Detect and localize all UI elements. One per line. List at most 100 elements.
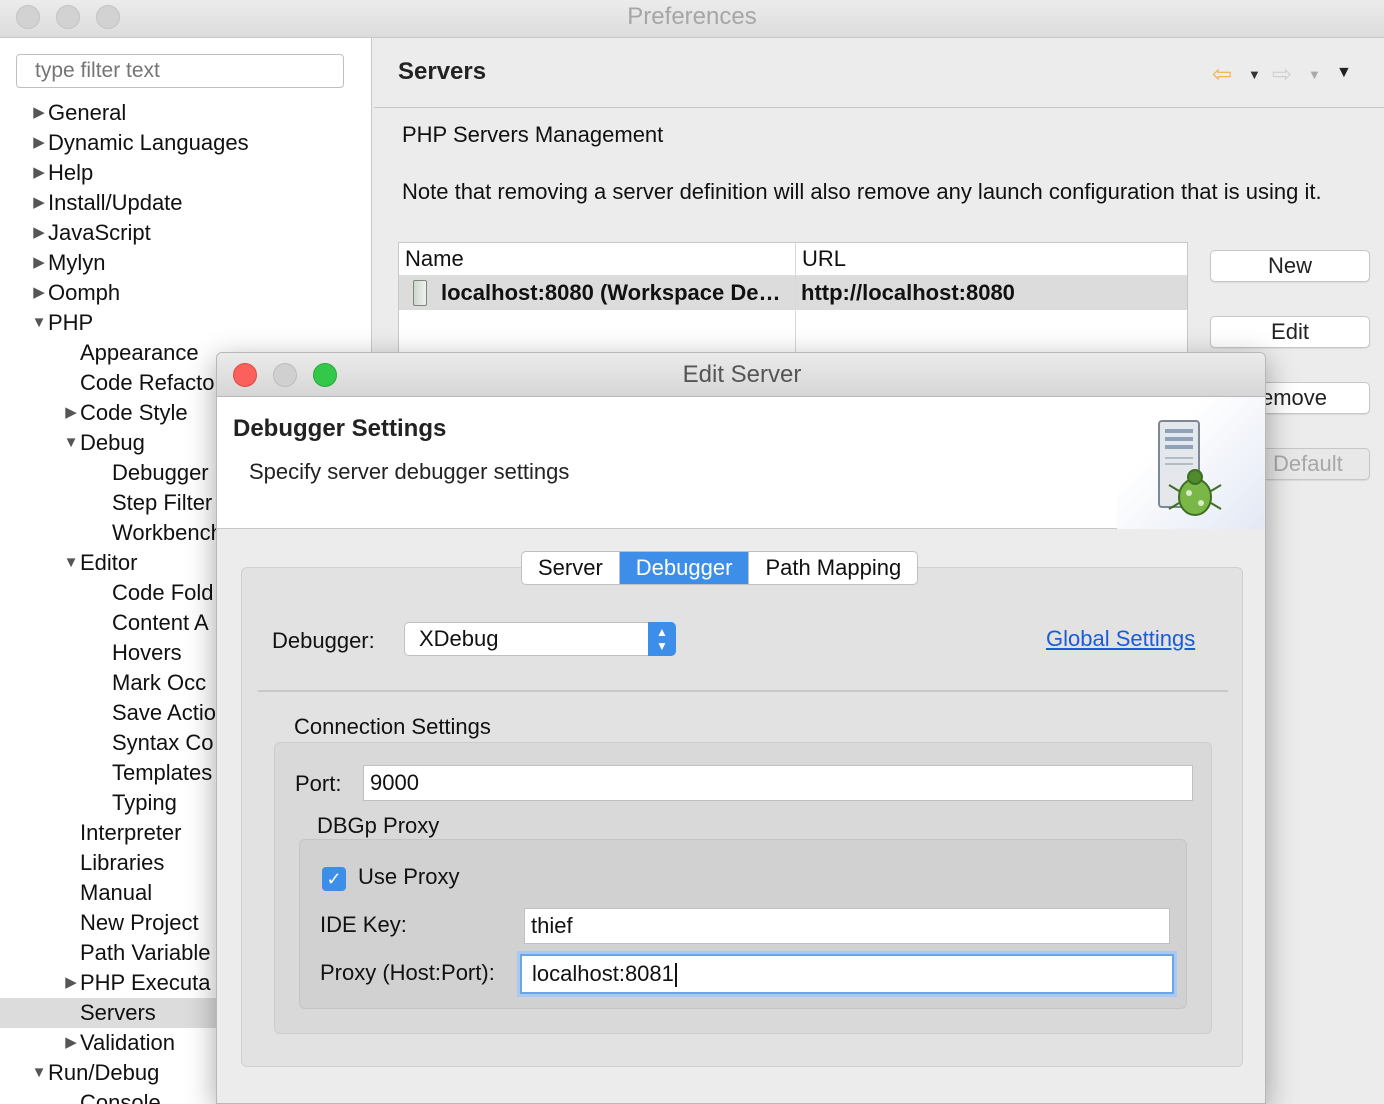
proxy-host-port-label: Proxy (Host:Port):: [320, 960, 495, 985]
tree-item-label: Console: [80, 1090, 161, 1104]
table-row[interactable]: localhost:8080 (Workspace De… http://loc…: [399, 276, 1187, 310]
port-input[interactable]: 9000: [363, 765, 1193, 801]
text-caret: [674, 963, 677, 988]
back-dropdown-icon[interactable]: ▼: [1248, 67, 1261, 82]
server-icon: [413, 280, 427, 306]
tree-item-label: Templates: [112, 760, 213, 785]
tab-path-mapping[interactable]: Path Mapping: [749, 552, 917, 584]
tree-item[interactable]: ▶ Install/Update: [0, 188, 371, 218]
port-label: Port:: [295, 771, 342, 796]
tree-item-label: General: [48, 100, 127, 125]
global-settings-link[interactable]: Global Settings: [1046, 626, 1195, 652]
tree-item-label: Code Fold: [112, 580, 214, 605]
debugger-label: Debugger:: [272, 628, 375, 653]
tree-item-label: Syntax Co: [112, 730, 214, 755]
tree-expander-icon[interactable]: ▶: [30, 98, 48, 128]
tree-item-label: Mylyn: [48, 250, 106, 275]
tree-item-label: Dynamic Languages: [48, 130, 249, 155]
tree-item-label: Debug: [80, 430, 145, 455]
tree-item-label: Save Actio: [112, 700, 216, 725]
tree-item-label: Path Variable: [80, 940, 211, 965]
separator: [258, 690, 1228, 692]
new-button[interactable]: New: [1210, 250, 1370, 282]
column-header-url[interactable]: URL: [796, 243, 1187, 275]
tree-item-label: Appearance: [80, 340, 199, 365]
tree-item-label: Content A: [112, 610, 209, 635]
edit-button[interactable]: Edit: [1210, 316, 1370, 348]
tree-item-label: Editor: [80, 550, 138, 575]
tree-expander-icon[interactable]: ▼: [62, 428, 80, 458]
use-proxy-label: Use Proxy: [358, 864, 460, 889]
connection-settings-group: Port: 9000 DBGp Proxy ✓ Use Proxy IDE Ke…: [274, 742, 1212, 1034]
tree-expander-icon[interactable]: ▶: [30, 218, 48, 248]
tree-expander-icon[interactable]: ▼: [62, 548, 80, 578]
tree-item-label: Code Refacto: [80, 370, 215, 395]
window-title: Preferences: [627, 3, 757, 30]
tree-item-label: Validation: [80, 1030, 175, 1055]
tree-expander-icon[interactable]: ▶: [62, 968, 80, 998]
dialog-banner: Debugger Settings Specify server debugge…: [217, 397, 1265, 529]
tree-item-label: Typing: [112, 790, 177, 815]
tree-expander-icon[interactable]: ▶: [30, 188, 48, 218]
tree-expander-icon[interactable]: ▶: [62, 1028, 80, 1058]
view-menu-icon[interactable]: ▼: [1336, 64, 1352, 82]
removal-note: Note that removing a server definition w…: [402, 179, 1322, 204]
tree-item-label: JavaScript: [48, 220, 151, 245]
tree-item[interactable]: ▶ JavaScript: [0, 218, 371, 248]
tree-expander-icon[interactable]: ▶: [30, 128, 48, 158]
page-header: Servers ⇦ ▼ ⇨ ▼ ▼: [374, 38, 1384, 108]
tree-item-label: Debugger: [112, 460, 209, 485]
tree-item-label: Help: [48, 160, 94, 185]
ide-key-input[interactable]: thief: [524, 908, 1170, 944]
tree-expander-icon[interactable]: ▶: [30, 248, 48, 278]
page-title: Servers: [398, 58, 487, 85]
connection-settings-label: Connection Settings: [294, 714, 491, 739]
tree-item[interactable]: ▶ Help: [0, 158, 371, 188]
tree-expander-icon[interactable]: ▶: [62, 398, 80, 428]
server-name-cell: localhost:8080 (Workspace De…: [441, 280, 781, 305]
dbgp-proxy-label: DBGp Proxy: [317, 813, 440, 838]
forward-dropdown-icon[interactable]: ▼: [1308, 67, 1321, 82]
tree-item[interactable]: ▶ Mylyn: [0, 248, 371, 278]
server-url-cell: http://localhost:8080: [801, 280, 1015, 305]
tree-item-label: Interpreter: [80, 820, 182, 845]
tree-item[interactable]: ▶ Oomph: [0, 278, 371, 308]
tree-expander-icon[interactable]: ▼: [30, 1058, 48, 1088]
tree-item-label: Hovers: [112, 640, 182, 665]
forward-arrow-icon[interactable]: ⇨: [1272, 60, 1292, 89]
servers-table: Name URL localhost:8080 (Workspace De… h…: [398, 242, 1188, 362]
column-divider: [795, 243, 796, 361]
proxy-host-port-input[interactable]: localhost:8081: [520, 954, 1174, 994]
tree-item-label: PHP Executa: [80, 970, 211, 995]
tree-item-label: New Project: [80, 910, 199, 935]
tree-item-label: Install/Update: [48, 190, 183, 215]
history-nav: ⇦ ▼ ⇨ ▼ ▼: [1212, 60, 1362, 88]
tree-expander-icon[interactable]: ▶: [30, 278, 48, 308]
tree-item-label: Run/Debug: [48, 1060, 160, 1085]
select-chevron-icon[interactable]: ▲ ▼: [648, 622, 676, 656]
dialog-titlebar: Edit Server: [217, 353, 1265, 397]
tree-item[interactable]: ▶ Dynamic Languages: [0, 128, 371, 158]
tree-item-label: PHP: [48, 310, 94, 335]
tree-item-label: Oomph: [48, 280, 121, 305]
ide-key-label: IDE Key:: [320, 912, 407, 937]
debugger-select-value: XDebug: [419, 626, 499, 651]
use-proxy-checkbox[interactable]: ✓: [322, 867, 346, 891]
dialog-title: Edit Server: [682, 361, 802, 388]
tree-expander-icon[interactable]: ▼: [30, 308, 48, 338]
column-header-name[interactable]: Name: [399, 243, 795, 275]
tree-item-label: Code Style: [80, 400, 188, 425]
section-title: PHP Servers Management: [402, 122, 664, 147]
tree-item[interactable]: ▼ PHP: [0, 308, 371, 338]
edit-server-dialog: Edit Server Debugger Settings Specify se…: [216, 352, 1266, 1104]
tree-expander-icon[interactable]: ▶: [30, 158, 48, 188]
back-arrow-icon[interactable]: ⇦: [1212, 60, 1232, 89]
tree-item[interactable]: ▶ General: [0, 98, 371, 128]
tree-item-label: Libraries: [80, 850, 165, 875]
debugger-select[interactable]: XDebug ▲ ▼: [404, 622, 676, 656]
tab-server[interactable]: Server: [522, 552, 620, 584]
tab-debugger[interactable]: Debugger: [619, 552, 750, 584]
tree-item-label: Servers: [80, 1000, 156, 1025]
filter-input[interactable]: [16, 54, 344, 88]
dialog-tabs: Server Debugger Path Mapping: [521, 551, 919, 585]
